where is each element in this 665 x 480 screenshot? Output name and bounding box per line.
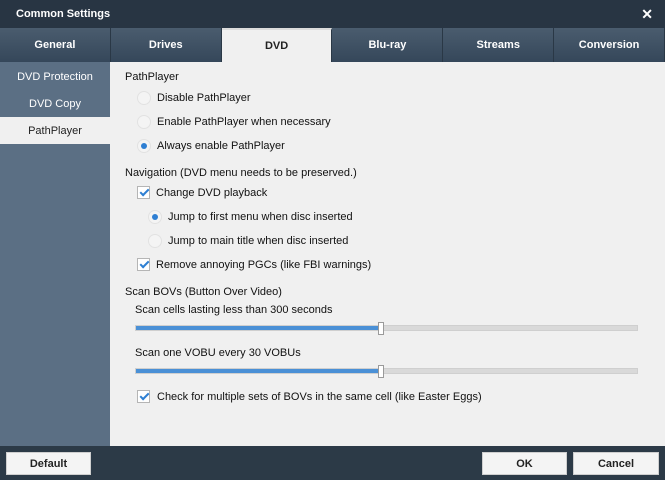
navigation-heading: Navigation (DVD menu needs to be preserv… — [125, 167, 357, 179]
scan-vobu-label: Scan one VOBU every 30 VOBUs — [135, 347, 301, 359]
jump-main-title-radio[interactable] — [148, 234, 162, 248]
enable-pathplayer-radio[interactable] — [137, 115, 151, 129]
cancel-button[interactable]: Cancel — [573, 452, 659, 475]
ok-button[interactable]: OK — [482, 452, 567, 475]
sidebar-item-pathplayer[interactable]: PathPlayer — [0, 117, 110, 144]
tab-streams[interactable]: Streams — [443, 28, 555, 62]
tab-general[interactable]: General — [0, 28, 111, 62]
jump-main-title-label[interactable]: Jump to main title when disc inserted — [168, 235, 348, 247]
tab-drives[interactable]: Drives — [110, 28, 222, 62]
settings-panel: PathPlayer Disable PathPlayer Enable Pat… — [110, 62, 665, 446]
jump-first-menu-label[interactable]: Jump to first menu when disc inserted — [168, 211, 353, 223]
title-bar: Common Settings ✕ — [0, 0, 665, 28]
sidebar-item-dvd-protection[interactable]: DVD Protection — [0, 63, 110, 90]
change-playback-checkbox[interactable] — [137, 186, 150, 199]
scan-cells-slider-fill — [136, 326, 382, 330]
jump-first-menu-radio[interactable] — [148, 210, 162, 224]
scan-bovs-heading: Scan BOVs (Button Over Video) — [125, 286, 282, 298]
multiple-bovs-label[interactable]: Check for multiple sets of BOVs in the s… — [157, 391, 482, 403]
always-pathplayer-radio[interactable] — [137, 139, 151, 153]
remove-pgcs-label[interactable]: Remove annoying PGCs (like FBI warnings) — [156, 259, 371, 271]
disable-pathplayer-label[interactable]: Disable PathPlayer — [157, 92, 251, 104]
footer: Default OK Cancel — [0, 446, 665, 480]
disable-pathplayer-radio[interactable] — [137, 91, 151, 105]
scan-cells-slider[interactable] — [135, 322, 638, 335]
pathplayer-heading: PathPlayer — [125, 71, 179, 83]
close-icon[interactable]: ✕ — [641, 6, 653, 23]
scan-vobu-slider[interactable] — [135, 365, 638, 378]
sidebar-item-dvd-copy[interactable]: DVD Copy — [0, 90, 110, 117]
tab-bar: General Drives DVD Blu-ray Streams Conve… — [0, 28, 665, 62]
remove-pgcs-checkbox[interactable] — [137, 258, 150, 271]
change-playback-label[interactable]: Change DVD playback — [156, 187, 267, 199]
scan-cells-label: Scan cells lasting less than 300 seconds — [135, 304, 333, 316]
scan-vobu-slider-thumb[interactable] — [378, 365, 385, 378]
tab-blu-ray[interactable]: Blu-ray — [332, 28, 444, 62]
always-pathplayer-label[interactable]: Always enable PathPlayer — [157, 140, 285, 152]
multiple-bovs-checkbox[interactable] — [137, 390, 150, 403]
tab-dvd[interactable]: DVD — [221, 28, 333, 62]
scan-cells-slider-thumb[interactable] — [378, 322, 385, 335]
default-button[interactable]: Default — [6, 452, 91, 475]
window-title: Common Settings — [16, 8, 111, 20]
enable-pathplayer-label[interactable]: Enable PathPlayer when necessary — [157, 116, 331, 128]
tab-conversion[interactable]: Conversion — [554, 28, 665, 62]
sidebar: DVD Protection DVD Copy PathPlayer — [0, 62, 110, 446]
scan-vobu-slider-fill — [136, 369, 382, 373]
